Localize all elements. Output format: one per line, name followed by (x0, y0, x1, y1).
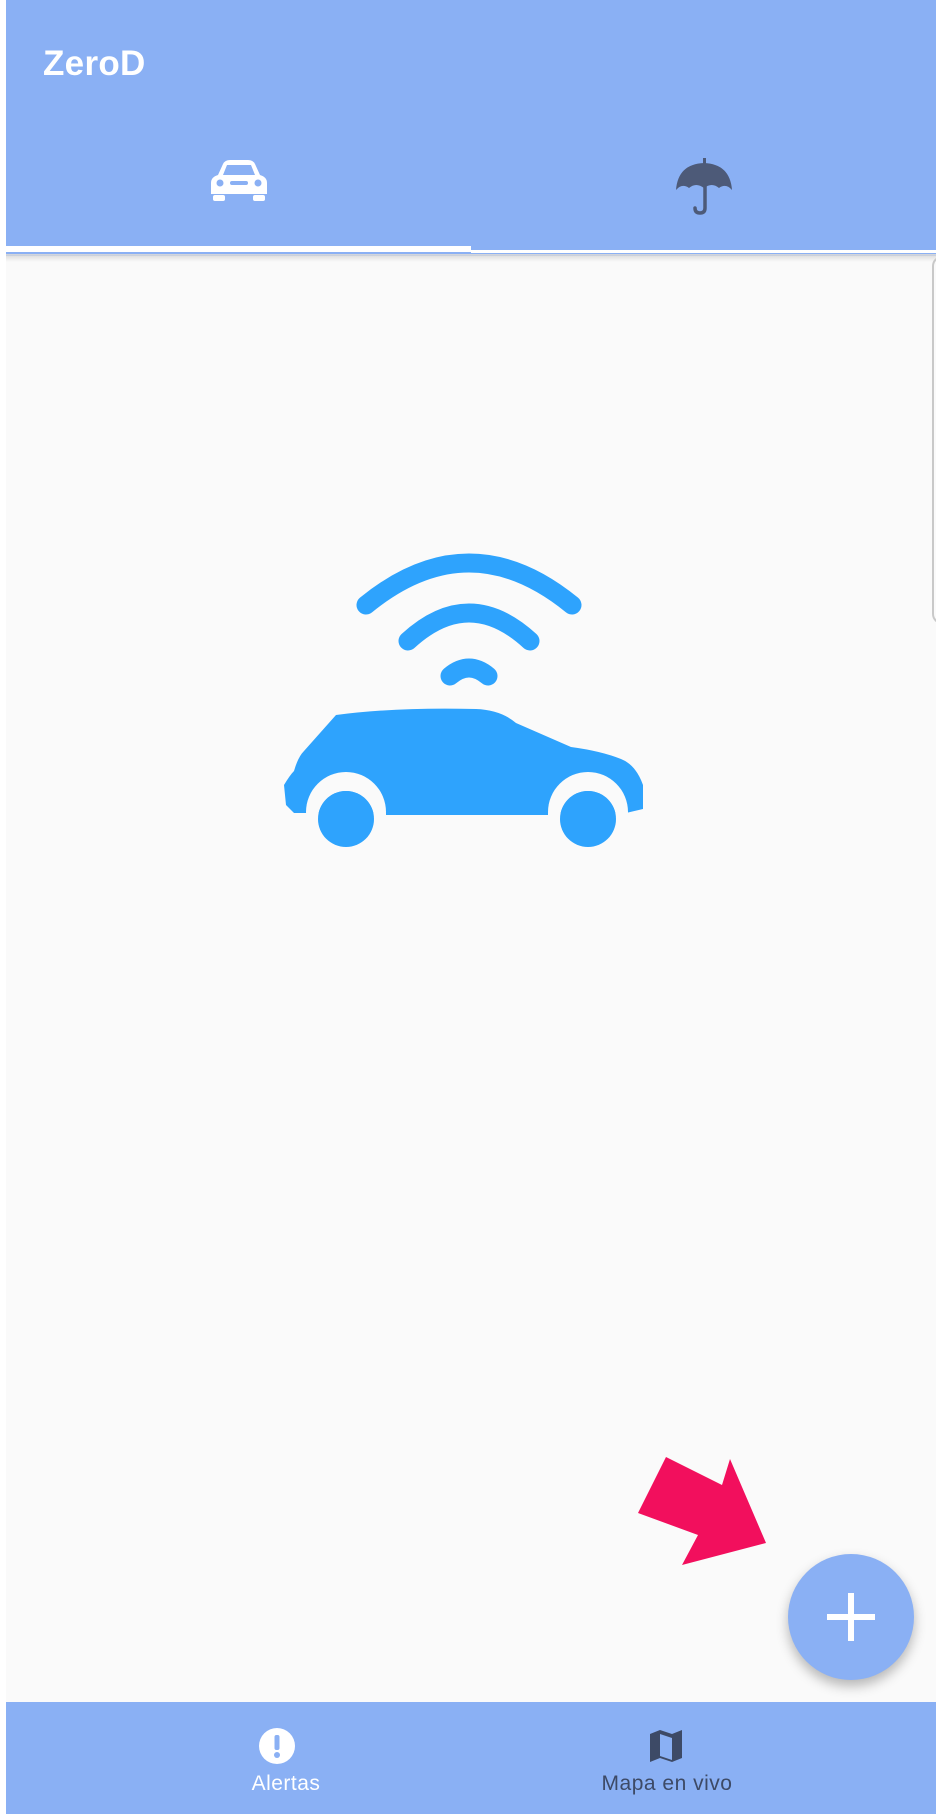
app-title: ZeroD (43, 44, 146, 83)
nav-item-alerts[interactable]: Alertas (6, 1702, 471, 1814)
car-icon (209, 158, 269, 209)
plus-icon (827, 1593, 875, 1646)
bottom-navigation: Alertas Mapa en vivo (6, 1702, 936, 1814)
arrow-pointer-icon (636, 1455, 772, 1570)
connected-car-icon (276, 545, 666, 855)
umbrella-icon (674, 158, 734, 221)
tab-insurance[interactable] (471, 130, 936, 250)
scroll-edge-indicator (932, 256, 936, 624)
tab-divider (471, 250, 936, 253)
app-bar: ZeroD (6, 0, 936, 256)
alert-icon (259, 1728, 295, 1769)
tab-cars[interactable] (6, 130, 471, 250)
add-button[interactable] (788, 1554, 914, 1680)
app-screen: ZeroD Alertas Mapa en vivo (6, 0, 936, 1814)
map-icon (648, 1728, 684, 1769)
nav-label-live-map: Mapa en vivo (601, 1772, 733, 1795)
tab-indicator (6, 246, 471, 252)
app-bar-shadow (6, 254, 936, 262)
nav-item-live-map[interactable]: Mapa en vivo (471, 1702, 936, 1814)
